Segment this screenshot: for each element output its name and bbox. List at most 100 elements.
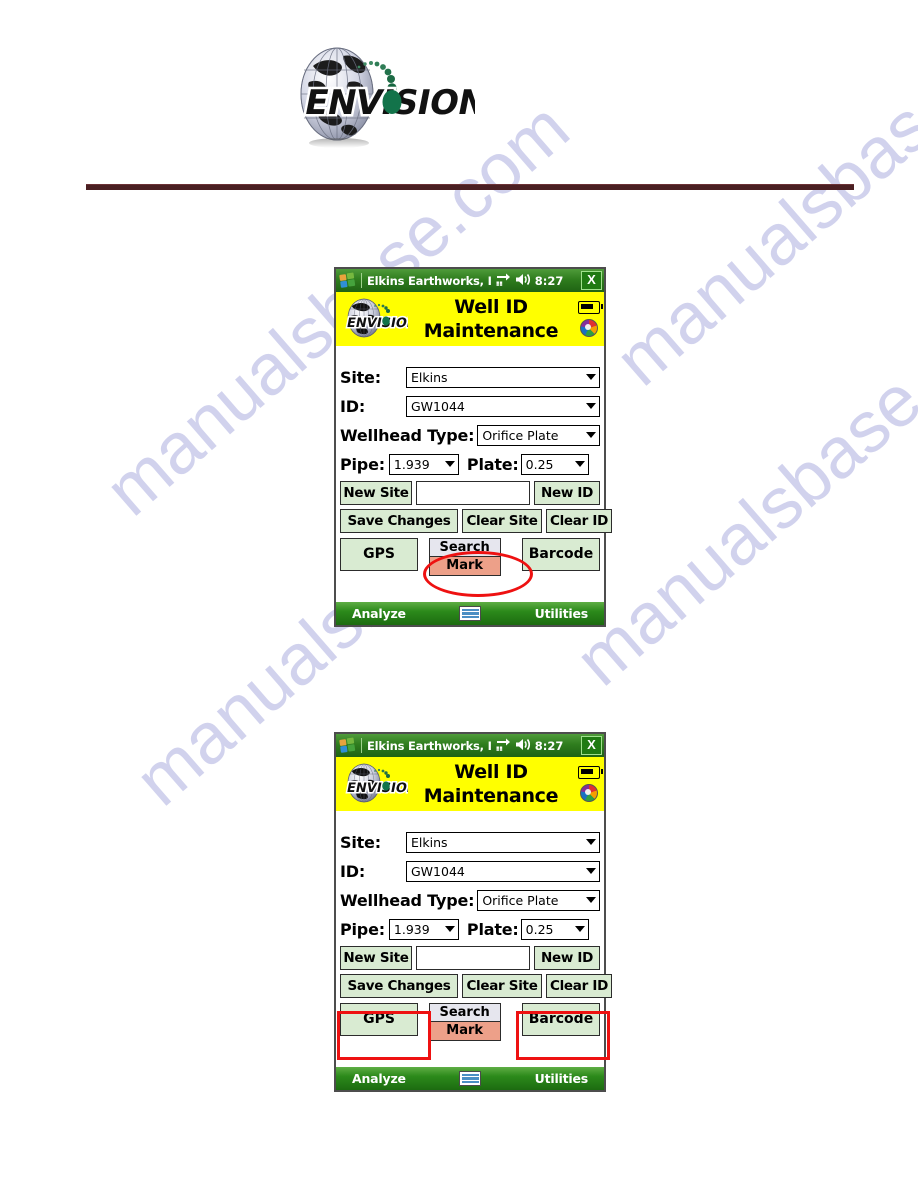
site-label: Site: xyxy=(340,833,381,852)
new-id-button[interactable]: New ID xyxy=(534,481,600,505)
clear-id-button[interactable]: Clear ID xyxy=(546,509,612,533)
pipe-label: Pipe: xyxy=(340,455,385,474)
mark-button[interactable]: Mark xyxy=(428,1022,501,1041)
id-combobox[interactable]: GW1044 xyxy=(406,396,600,417)
watermark-text: manualsbase.com xyxy=(600,0,918,402)
site-combobox[interactable]: Elkins xyxy=(406,832,600,853)
new-entry-input[interactable] xyxy=(416,946,530,970)
action-row: GPS Search Mark Barcode xyxy=(336,535,604,578)
network-connectivity-icon[interactable] xyxy=(496,736,511,755)
network-connectivity-icon[interactable] xyxy=(496,271,511,290)
clear-id-button[interactable]: Clear ID xyxy=(546,974,612,998)
clear-site-button[interactable]: Clear Site xyxy=(462,974,542,998)
page-title-line1: Well ID xyxy=(454,296,528,318)
color-wheel-icon[interactable] xyxy=(580,784,598,802)
clock-time: 8:27 xyxy=(534,738,564,753)
new-site-button[interactable]: New Site xyxy=(340,946,412,970)
chevron-down-icon[interactable] xyxy=(442,460,458,470)
close-icon[interactable]: X xyxy=(581,736,602,755)
form-body: Site: Elkins ID: GW1044 Wellhead Type: O… xyxy=(336,346,612,606)
wellhead-type-value: Orifice Plate xyxy=(482,893,559,908)
utilities-button[interactable]: Utilities xyxy=(535,606,589,621)
new-entry-input[interactable] xyxy=(416,481,530,505)
clear-site-button[interactable]: Clear Site xyxy=(462,509,542,533)
plate-value: 0.25 xyxy=(525,922,554,937)
form-body: Site: Elkins ID: GW1044 Wellhead Type: O… xyxy=(336,811,612,1071)
plate-label: Plate: xyxy=(466,455,519,474)
watermark-text: manualsbase.com xyxy=(560,257,918,702)
app-header: ENVISION ENVISION Well ID Maintenance xyxy=(336,757,604,811)
mark-button[interactable]: Mark xyxy=(428,557,501,576)
pipe-plate-row: Pipe: 1.939 Plate: 0.25 xyxy=(336,450,604,479)
page-title-line2: Maintenance xyxy=(423,320,559,342)
envision-logo: ENVISION ENVISION xyxy=(279,42,475,150)
speaker-icon[interactable] xyxy=(515,736,531,755)
chevron-down-icon[interactable] xyxy=(583,373,599,383)
pipe-combobox[interactable]: 1.939 xyxy=(388,454,459,475)
close-icon[interactable]: X xyxy=(581,271,602,290)
titlebar-divider xyxy=(361,738,362,753)
color-wheel-icon[interactable] xyxy=(580,319,598,337)
pipe-plate-row: Pipe: 1.939 Plate: 0.25 xyxy=(336,915,604,944)
app-title: Elkins Earthworks, I xyxy=(367,738,492,753)
header-divider-rule xyxy=(86,184,854,190)
windows-logo-icon[interactable] xyxy=(338,737,357,754)
id-label: ID: xyxy=(340,397,366,416)
id-row: ID: GW1044 xyxy=(336,392,604,421)
search-mark-stack: Search Mark xyxy=(428,538,501,576)
chevron-down-icon[interactable] xyxy=(583,896,599,906)
wellhead-type-label: Wellhead Type: xyxy=(340,891,475,910)
plate-combobox[interactable]: 0.25 xyxy=(520,454,589,475)
titlebar: Elkins Earthworks, I 8:27 X xyxy=(336,734,604,757)
new-entry-row: New Site New ID xyxy=(336,479,604,507)
svg-text:ENVISION: ENVISION xyxy=(345,781,408,796)
analyze-button[interactable]: Analyze xyxy=(352,1071,406,1086)
app-header: ENVISION ENVISION Well ID Maintenance xyxy=(336,292,604,346)
pipe-label: Pipe: xyxy=(340,920,385,939)
wellhead-type-combobox[interactable]: Orifice Plate xyxy=(477,425,600,446)
id-combobox[interactable]: GW1044 xyxy=(406,861,600,882)
utilities-button[interactable]: Utilities xyxy=(535,1071,589,1086)
search-mark-stack: Search Mark xyxy=(428,1003,501,1041)
gps-button[interactable]: GPS xyxy=(340,1003,418,1036)
chevron-down-icon[interactable] xyxy=(572,460,588,470)
plate-combobox[interactable]: 0.25 xyxy=(520,919,589,940)
page-title-line1: Well ID xyxy=(454,761,528,783)
pipe-combobox[interactable]: 1.939 xyxy=(388,919,459,940)
save-clear-row: Save Changes Clear Site Clear ID xyxy=(336,507,612,535)
windows-logo-icon[interactable] xyxy=(338,272,357,289)
save-clear-row: Save Changes Clear Site Clear ID xyxy=(336,972,612,1000)
chevron-down-icon[interactable] xyxy=(583,867,599,877)
search-button[interactable]: Search xyxy=(428,538,501,557)
new-entry-row: New Site New ID xyxy=(336,944,604,972)
spacer xyxy=(336,811,604,828)
new-id-button[interactable]: New ID xyxy=(534,946,600,970)
plate-value: 0.25 xyxy=(525,457,554,472)
clock-time: 8:27 xyxy=(534,273,564,288)
site-combobox[interactable]: Elkins xyxy=(406,367,600,388)
new-site-button[interactable]: New Site xyxy=(340,481,412,505)
chevron-down-icon[interactable] xyxy=(583,838,599,848)
device-screenshot-bottom: Elkins Earthworks, I 8:27 X ENVISION ENV… xyxy=(334,732,612,1092)
search-button[interactable]: Search xyxy=(428,1003,501,1022)
barcode-button[interactable]: Barcode xyxy=(521,1003,600,1036)
id-value: GW1044 xyxy=(411,399,465,414)
bottom-navbar: Analyze Utilities xyxy=(336,1067,604,1090)
battery-icon xyxy=(578,766,603,779)
barcode-button[interactable]: Barcode xyxy=(521,538,600,571)
pipe-value: 1.939 xyxy=(393,922,430,937)
wellhead-type-combobox[interactable]: Orifice Plate xyxy=(477,890,600,911)
save-changes-button[interactable]: Save Changes xyxy=(340,974,458,998)
keyboard-icon[interactable] xyxy=(459,606,482,621)
speaker-icon[interactable] xyxy=(515,271,531,290)
analyze-button[interactable]: Analyze xyxy=(352,606,406,621)
chevron-down-icon[interactable] xyxy=(442,925,458,935)
gps-button[interactable]: GPS xyxy=(340,538,418,571)
keyboard-icon[interactable] xyxy=(459,1071,482,1086)
header-status-icons xyxy=(578,766,603,802)
page-title: Well ID Maintenance xyxy=(404,760,578,808)
chevron-down-icon[interactable] xyxy=(583,402,599,412)
chevron-down-icon[interactable] xyxy=(583,431,599,441)
save-changes-button[interactable]: Save Changes xyxy=(340,509,458,533)
chevron-down-icon[interactable] xyxy=(572,925,588,935)
